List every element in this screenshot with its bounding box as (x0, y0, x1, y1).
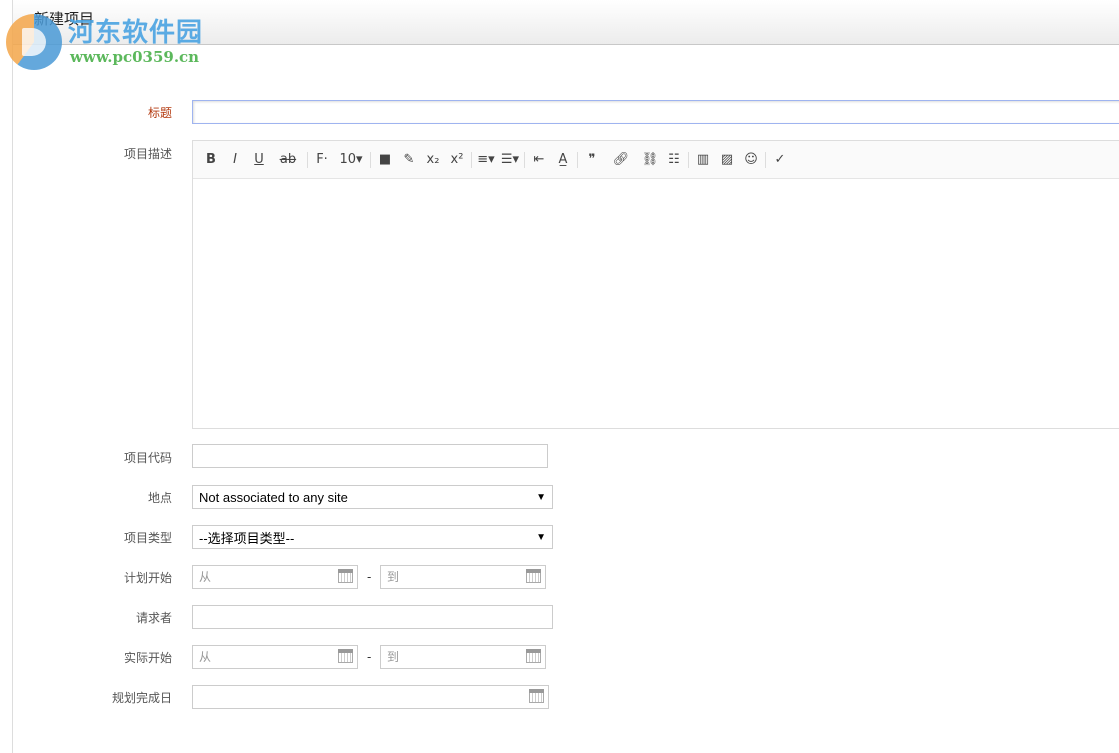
calendar-icon[interactable] (338, 649, 353, 663)
calendar-icon[interactable] (526, 649, 541, 663)
planned-start-to (380, 565, 546, 589)
editor-content-area[interactable] (193, 179, 1119, 429)
horizontal-rule-icon[interactable]: ☷ (662, 149, 686, 171)
dropdown-arrow-icon: ▼ (536, 531, 546, 543)
actual-start-from-input[interactable] (192, 645, 358, 669)
type-selected-value: --选择项目类型-- (199, 530, 295, 546)
planned-start-from (192, 565, 358, 589)
font-family-icon[interactable]: F· (310, 149, 334, 171)
spellcheck-icon[interactable]: ✓ (768, 149, 792, 171)
requester-label: 请求者 (135, 611, 172, 625)
planned-end-input[interactable] (192, 685, 549, 709)
description-label: 项目描述 (123, 147, 172, 161)
highlight-icon[interactable]: ✎ (397, 149, 421, 171)
actual-start-to (380, 645, 546, 669)
title-label: 标题 (147, 106, 172, 120)
bold-icon[interactable]: B (199, 149, 223, 171)
actual-start-label: 实际开始 (123, 651, 172, 665)
date-separator: - (367, 570, 372, 584)
date-separator: - (367, 650, 372, 664)
outdent-icon[interactable]: ⇤ (527, 149, 551, 171)
toolbar-separator (370, 151, 371, 168)
site-select[interactable]: Not associated to any site ▼ (192, 485, 553, 509)
calendar-icon[interactable] (529, 689, 544, 703)
toolbar-separator (577, 151, 578, 168)
type-label: 项目类型 (123, 531, 172, 545)
emoji-icon[interactable]: ☺ (739, 149, 763, 171)
superscript-icon[interactable]: x² (445, 149, 469, 171)
editor-toolbar: B I Ua̶b̶ F· 10▾ ■ ✎ x₂ x² ≡▾ ☰▾ ⇤ A̲ ❞ 🔗︎ ⛓︎ ☷ ▥ ▨ ☺ ✓ (193, 141, 1119, 179)
actual-start-to-input[interactable] (380, 645, 546, 669)
planned-end-label: 规划完成日 (111, 691, 172, 705)
site-selected-value: Not associated to any site (199, 489, 348, 505)
planned-start-to-input[interactable] (380, 565, 546, 589)
planned-end (192, 685, 549, 709)
dropdown-arrow-icon: ▼ (536, 491, 546, 503)
underline-icon[interactable]: U (247, 149, 271, 171)
subscript-icon[interactable]: x₂ (421, 149, 445, 171)
actual-start-from (192, 645, 358, 669)
toolbar-separator (765, 151, 766, 168)
calendar-icon[interactable] (338, 569, 353, 583)
table-icon[interactable]: ▥ (691, 149, 715, 171)
unlink-icon[interactable]: ⛓︎ (638, 149, 662, 171)
list-icon[interactable]: ☰▾ (498, 149, 522, 171)
toolbar-separator (307, 151, 308, 168)
italic-icon[interactable]: I (223, 149, 247, 171)
page-title: 新建项目 (34, 10, 95, 28)
strikethrough-icon[interactable]: a̶b̶ (271, 149, 305, 171)
calendar-icon[interactable] (526, 569, 541, 583)
align-icon[interactable]: ≡▾ (474, 149, 498, 171)
site-label: 地点 (147, 491, 172, 505)
requester-input[interactable] (192, 605, 553, 629)
clear-format-icon[interactable]: A̲ (551, 149, 575, 171)
code-label: 项目代码 (123, 451, 172, 465)
planned-start-label: 计划开始 (123, 571, 172, 585)
text-color-icon[interactable]: ■ (373, 149, 397, 171)
link-icon[interactable]: 🔗︎ (604, 149, 638, 171)
quote-icon[interactable]: ❞ (580, 149, 604, 171)
description-editor: B I Ua̶b̶ F· 10▾ ■ ✎ x₂ x² ≡▾ ☰▾ ⇤ A̲ ❞ 🔗︎ ⛓︎ ☷ ▥ ▨ ☺ ✓ (192, 140, 1119, 429)
type-select[interactable]: --选择项目类型-- ▼ (192, 525, 553, 549)
header-bar (13, 0, 1119, 45)
toolbar-separator (524, 151, 525, 168)
toolbar-separator (688, 151, 689, 168)
title-input[interactable] (192, 100, 1119, 124)
image-icon[interactable]: ▨ (715, 149, 739, 171)
code-input[interactable] (192, 444, 548, 468)
logo-url: www.pc0359.cn (70, 48, 200, 66)
left-divider (12, 0, 13, 753)
planned-start-from-input[interactable] (192, 565, 358, 589)
toolbar-separator (471, 151, 472, 168)
font-size-icon[interactable]: 10▾ (334, 149, 368, 171)
